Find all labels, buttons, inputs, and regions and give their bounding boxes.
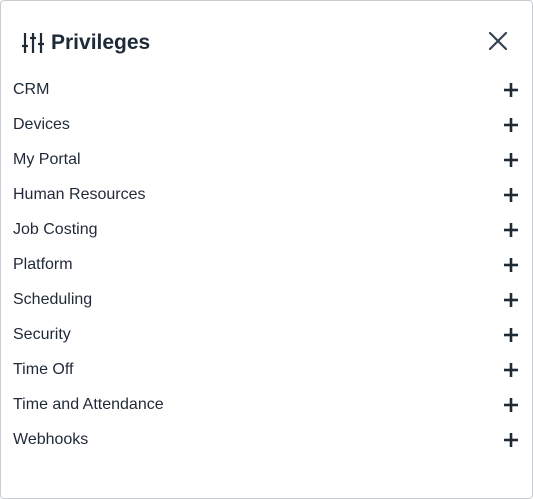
plus-icon[interactable]	[504, 188, 518, 202]
plus-icon[interactable]	[504, 153, 518, 167]
privilege-row-webhooks[interactable]: Webhooks	[1, 422, 532, 457]
privilege-row-security[interactable]: Security	[1, 317, 532, 352]
plus-icon[interactable]	[504, 328, 518, 342]
privilege-label: Scheduling	[13, 291, 93, 308]
privilege-label: Webhooks	[13, 431, 89, 448]
close-button[interactable]	[485, 28, 511, 54]
plus-icon[interactable]	[504, 118, 518, 132]
plus-icon[interactable]	[504, 398, 518, 412]
dialog-header: Privileges	[1, 1, 532, 81]
privilege-label: My Portal	[13, 151, 81, 168]
privilege-label: Devices	[13, 116, 70, 133]
privilege-label: Time Off	[13, 361, 74, 378]
privilege-label: CRM	[13, 81, 50, 98]
privilege-label: Human Resources	[13, 186, 146, 203]
privilege-row-devices[interactable]: Devices	[1, 107, 532, 142]
privilege-row-platform[interactable]: Platform	[1, 247, 532, 282]
privilege-label: Platform	[13, 256, 73, 273]
plus-icon[interactable]	[504, 293, 518, 307]
plus-icon[interactable]	[504, 258, 518, 272]
plus-icon[interactable]	[504, 433, 518, 447]
dialog-title: Privileges	[51, 31, 151, 54]
privilege-label: Job Costing	[13, 221, 98, 238]
close-icon	[485, 31, 511, 58]
plus-icon[interactable]	[504, 83, 518, 97]
privilege-row-human-resources[interactable]: Human Resources	[1, 177, 532, 212]
privilege-row-job-costing[interactable]: Job Costing	[1, 212, 532, 247]
privilege-row-scheduling[interactable]: Scheduling	[1, 282, 532, 317]
privilege-row-time-off[interactable]: Time Off	[1, 352, 532, 387]
privilege-row-time-and-attendance[interactable]: Time and Attendance	[1, 387, 532, 422]
privileges-list: CRM Devices My Portal Human Resources Job Co…	[1, 72, 532, 457]
plus-icon[interactable]	[504, 363, 518, 377]
privilege-label: Security	[13, 326, 71, 343]
privilege-row-crm[interactable]: CRM	[1, 72, 532, 107]
plus-icon[interactable]	[504, 223, 518, 237]
privilege-row-my-portal[interactable]: My Portal	[1, 142, 532, 177]
privilege-label: Time and Attendance	[13, 396, 164, 413]
sliders-icon	[22, 32, 44, 54]
privileges-dialog: Privileges CRM Devices My Portal Human Reso…	[0, 0, 533, 499]
